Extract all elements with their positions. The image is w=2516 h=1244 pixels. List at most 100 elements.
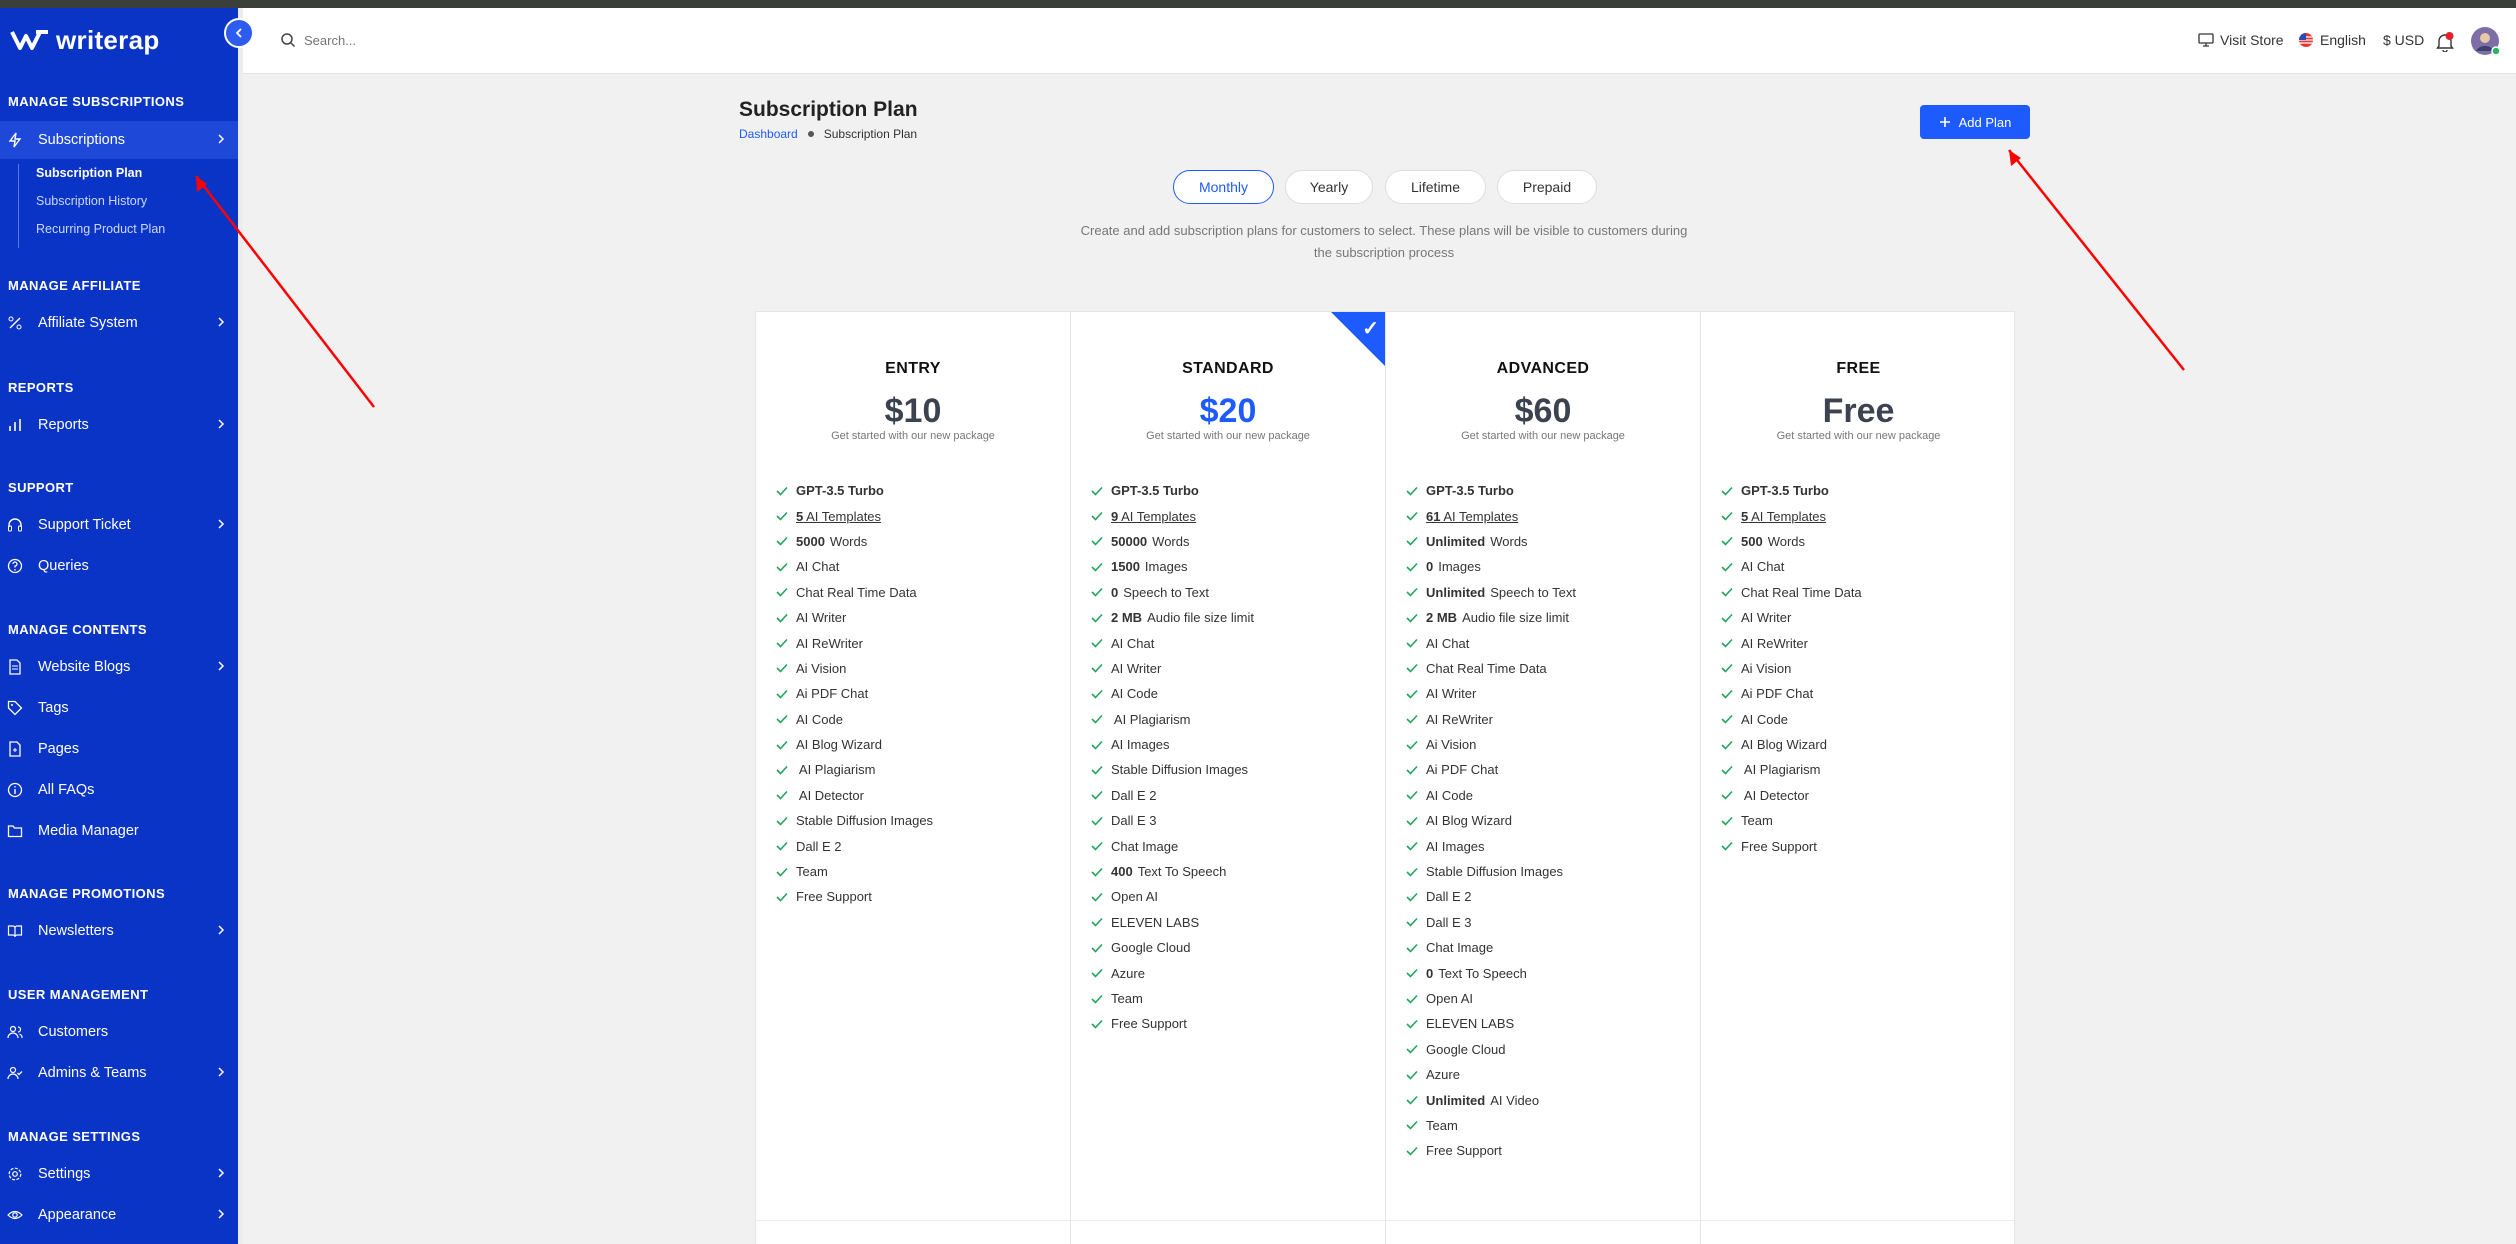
check-icon xyxy=(1721,587,1735,597)
plan-feature-item: 0 Text To Speech xyxy=(1406,960,1696,985)
sidebar-item-label: Settings xyxy=(38,1166,91,1182)
sidebar-scrollbar[interactable] xyxy=(238,8,243,1244)
add-plan-button[interactable]: Add Plan xyxy=(1920,105,2030,139)
search-bar[interactable] xyxy=(280,32,604,48)
language-selector[interactable]: English xyxy=(2298,32,2366,48)
check-icon xyxy=(1406,536,1420,547)
plan-feature-list: GPT-3.5 Turbo 61 AI Templates Unlimited Wor… xyxy=(1406,478,1696,1164)
plan-feature-item: Stable Diffusion Images xyxy=(776,808,1066,833)
sidebar-item-subscriptions[interactable]: Subscriptions xyxy=(0,121,238,159)
sidebar-item-settings[interactable]: Settings xyxy=(0,1155,238,1193)
check-icon xyxy=(776,638,790,648)
feature-label: AI Code xyxy=(1741,711,1788,727)
chevron-right-icon xyxy=(218,1067,225,1077)
feature-label: Azure xyxy=(1426,1067,1460,1083)
notifications-button[interactable] xyxy=(2436,32,2454,52)
sidebar-subitem-subscription-plan[interactable]: Subscription Plan xyxy=(36,166,142,180)
feature-label: AI Blog Wizard xyxy=(796,737,882,753)
sidebar-item-support-ticket[interactable]: Support Ticket xyxy=(0,506,238,544)
section-manage-promotions: MANAGE PROMOTIONS xyxy=(8,886,166,901)
visit-store-link[interactable]: Visit Store xyxy=(2198,32,2284,48)
plan-feature-item: AI ReWriter xyxy=(776,630,1066,655)
plan-feature-list: GPT-3.5 Turbo 5 AI Templates 500 Words AI Ch… xyxy=(1721,478,2011,859)
tab-yearly[interactable]: Yearly xyxy=(1285,170,1373,204)
section-support: SUPPORT xyxy=(8,480,74,495)
feature-label: AI Detector xyxy=(1741,787,1809,803)
sidebar-collapse-button[interactable] xyxy=(224,18,254,48)
sidebar-item-media-manager[interactable]: Media Manager xyxy=(0,812,238,850)
check-icon xyxy=(776,663,790,674)
bell-icon xyxy=(2436,32,2454,52)
check-icon xyxy=(1406,1070,1420,1080)
eye-icon xyxy=(6,1206,24,1224)
sidebar-subitem-recurring-product-plan[interactable]: Recurring Product Plan xyxy=(36,222,165,236)
check-icon xyxy=(1091,714,1105,724)
sidebar-subitem-subscription-history[interactable]: Subscription History xyxy=(36,194,147,208)
sidebar-item-label: Customers xyxy=(38,1024,109,1040)
tab-prepaid[interactable]: Prepaid xyxy=(1497,170,1597,204)
plan-feature-link[interactable]: 5 AI Templates xyxy=(796,509,881,524)
check-icon xyxy=(1406,486,1420,496)
breadcrumb-dashboard-link[interactable]: Dashboard xyxy=(739,127,798,141)
check-icon xyxy=(776,867,790,877)
check-icon xyxy=(1091,1019,1105,1029)
plan-tagline: Get started with our new package xyxy=(831,430,995,442)
plan-feature-item: 500 Words xyxy=(1721,529,2011,554)
feature-label: Speech to Text xyxy=(1123,584,1209,600)
sidebar-item-appearance[interactable]: Appearance xyxy=(0,1196,238,1234)
sidebar-item-queries[interactable]: Queries xyxy=(0,547,238,585)
plan-feature-item: AI Chat xyxy=(1406,630,1696,655)
feature-label: Ai PDF Chat xyxy=(1741,686,1814,702)
plan-feature-item: Free Support xyxy=(1091,1011,1381,1036)
sidebar-item-reports[interactable]: Reports xyxy=(0,406,238,444)
check-icon xyxy=(1721,613,1735,623)
user-avatar[interactable] xyxy=(2470,26,2500,56)
check-icon xyxy=(1091,740,1105,750)
sidebar-item-affiliate-system[interactable]: Affiliate System xyxy=(0,304,238,342)
feature-label: AI Templates xyxy=(1748,508,1827,524)
plan-feature-link[interactable]: 9 AI Templates xyxy=(1111,509,1196,524)
feature-label: AI Video xyxy=(1490,1092,1540,1108)
feature-label: AI Chat xyxy=(1111,635,1155,651)
sidebar-item-admins-teams[interactable]: Admins & Teams xyxy=(0,1054,238,1092)
plan-feature-item: AI Writer xyxy=(1406,681,1696,706)
feature-label: Chat Real Time Data xyxy=(1426,660,1547,676)
sidebar-item-all-faqs[interactable]: All FAQs xyxy=(0,771,238,809)
search-input[interactable] xyxy=(304,32,604,48)
plan-feature-link[interactable]: 5 AI Templates xyxy=(1741,509,1826,524)
feature-label: AI Chat xyxy=(796,559,840,575)
tab-lifetime[interactable]: Lifetime xyxy=(1385,170,1486,204)
section-user-management: USER MANAGEMENT xyxy=(8,987,149,1002)
logo-text: writerap xyxy=(56,24,160,55)
sidebar-item-website-blogs[interactable]: Website Blogs xyxy=(0,648,238,686)
plan-feature-item: Open AI xyxy=(1406,986,1696,1011)
feature-label: Words xyxy=(1767,533,1806,549)
breadcrumb: Dashboard Subscription Plan xyxy=(739,127,917,141)
sidebar-item-tags[interactable]: Tags xyxy=(0,689,238,727)
sidebar-item-pages[interactable]: Pages xyxy=(0,730,238,768)
feature-value: 2 MB xyxy=(1426,610,1458,626)
check-icon xyxy=(1091,613,1105,623)
plan-card-advanced: ADVANCED $60 Get started with our new pa… xyxy=(1386,312,1701,1244)
plan-feature-item: AI Blog Wizard xyxy=(776,732,1066,757)
tab-monthly[interactable]: Monthly xyxy=(1173,170,1274,204)
feature-value: Unlimited xyxy=(1426,1092,1486,1108)
plan-name: ADVANCED xyxy=(1496,360,1590,377)
plan-feature-item: Unlimited Words xyxy=(1406,529,1696,554)
plan-feature-item: Ai Vision xyxy=(1406,732,1696,757)
feature-label: Audio file size limit xyxy=(1462,610,1569,626)
feature-label: Open AI xyxy=(1426,991,1473,1006)
currency-selector[interactable]: $ USD xyxy=(2383,32,2424,48)
sidebar-item-newsletters[interactable]: Newsletters xyxy=(0,912,238,950)
plan-feature-item: Team xyxy=(1406,1113,1696,1138)
feature-label: Images xyxy=(1144,559,1188,575)
plan-price: Free xyxy=(1822,392,1895,430)
feature-label: AI Images xyxy=(1111,737,1170,753)
plan-feature-link[interactable]: 61 AI Templates xyxy=(1426,509,1518,524)
plan-card-standard: ✓ STANDARD $20 Get started with our new … xyxy=(1071,312,1386,1244)
check-icon xyxy=(1091,892,1105,902)
sidebar-item-customers[interactable]: Customers xyxy=(0,1013,238,1051)
plan-feature-item: 2 MB Audio file size limit xyxy=(1406,605,1696,630)
logo[interactable]: writerap xyxy=(10,24,160,56)
writerap-logo-icon xyxy=(10,30,48,50)
